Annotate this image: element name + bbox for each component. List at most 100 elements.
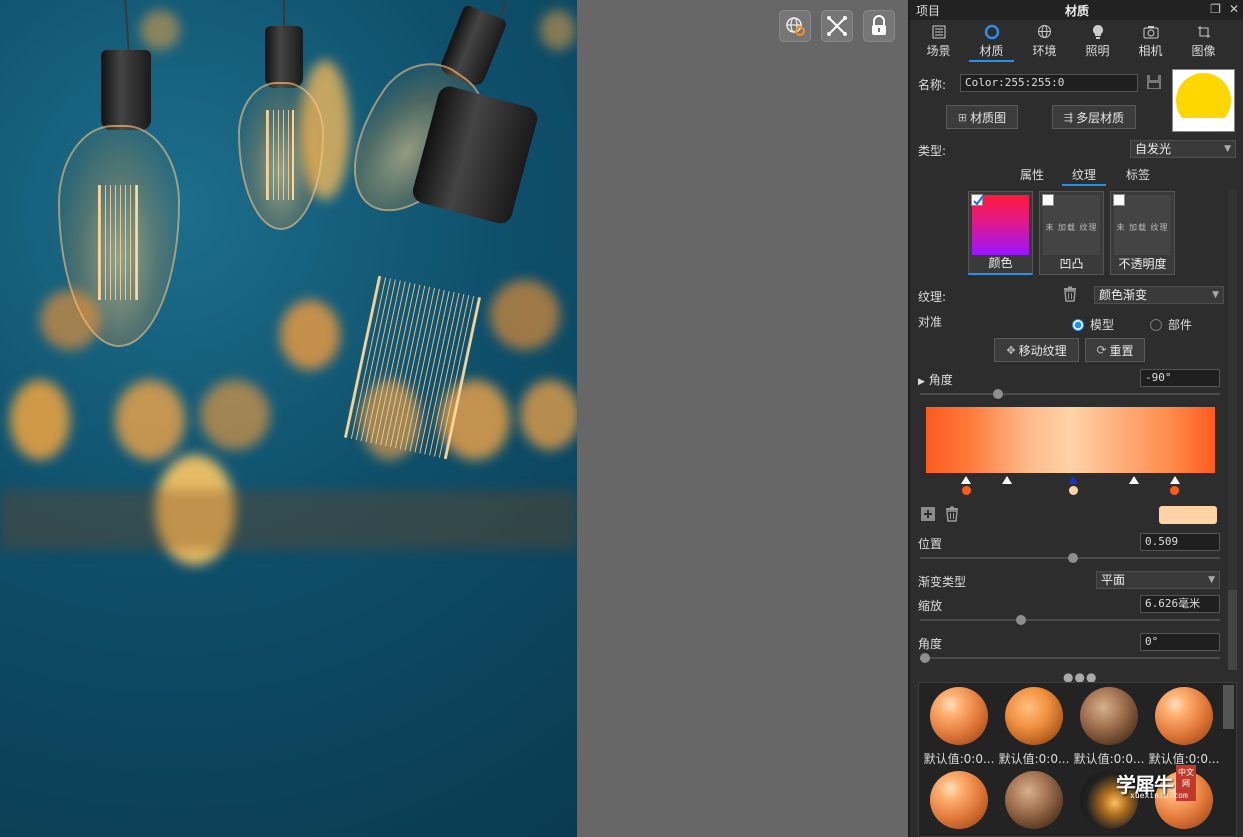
position-label: 位置: [918, 537, 943, 551]
viewport[interactable]: [577, 0, 908, 837]
bokeh-light: [490, 280, 560, 350]
lock-button[interactable]: [863, 10, 895, 42]
bokeh-light: [140, 10, 180, 50]
close-icon[interactable]: ✕: [1229, 2, 1239, 16]
library-material-item[interactable]: 默认值:0:0...: [923, 687, 995, 767]
name-label: 名称:: [918, 78, 947, 92]
align-model-radio[interactable]: 模型: [1072, 316, 1114, 333]
material-sphere-thumbnail: [1155, 687, 1213, 745]
multilayer-material-button[interactable]: ⇶ 多层材质: [1052, 105, 1136, 129]
material-sphere-thumbnail: [930, 771, 988, 829]
gradient-angle-slider[interactable]: [920, 653, 1220, 663]
subtab-labels[interactable]: 标签: [1126, 166, 1150, 183]
texture-label: 纹理:: [918, 290, 947, 304]
texture-enable-checkbox[interactable]: [971, 194, 984, 206]
texture-slot-bump[interactable]: 未 加载 纹理 凹凸: [1039, 191, 1104, 275]
scale-label: 缩放: [918, 599, 943, 613]
library-scrollbar-thumb[interactable]: [1223, 685, 1234, 729]
material-sphere-thumbnail: [930, 687, 988, 745]
gradient-midpoint[interactable]: [1001, 476, 1012, 484]
panel-scrollbar-thumb[interactable]: [1228, 590, 1237, 670]
node-path-icon: [827, 16, 847, 36]
render-view[interactable]: [0, 0, 577, 837]
library-material-item[interactable]: 默认值:0:0...: [1073, 687, 1145, 767]
bokeh-light: [0, 490, 577, 550]
align-part-radio[interactable]: 部件: [1150, 316, 1192, 333]
material-type-select[interactable]: 自发光 ▼: [1130, 140, 1236, 158]
tab-image[interactable]: 图像: [1177, 20, 1230, 62]
tab-camera[interactable]: 相机: [1124, 20, 1177, 62]
caret-right-icon: ▶: [918, 377, 925, 387]
bokeh-light: [200, 380, 270, 450]
gradient-preview-bar[interactable]: [926, 407, 1215, 473]
material-sphere-thumbnail: [1005, 687, 1063, 745]
gradient-stop[interactable]: [1169, 476, 1181, 496]
graph-icon: ⊞: [957, 110, 968, 124]
tab-lighting[interactable]: 照明: [1071, 20, 1124, 62]
scale-slider[interactable]: [920, 615, 1220, 625]
lighting-icon: [1092, 24, 1103, 39]
stop-color-swatch[interactable]: [1159, 506, 1217, 524]
material-library: 默认值:0:0... 默认值:0:0... 默认值:0:0... 默认值:0:0...: [918, 682, 1237, 837]
texture-enable-checkbox[interactable]: [1113, 194, 1125, 206]
subtab-properties[interactable]: 属性: [1020, 166, 1044, 183]
globe-sync-button[interactable]: [779, 10, 811, 42]
reset-button[interactable]: ⟳ 重置: [1085, 338, 1145, 362]
scene-icon: [932, 25, 945, 38]
watermark-url: xuexiniu.com: [1130, 791, 1188, 800]
save-material-icon[interactable]: [1146, 74, 1162, 93]
texture-slot-label: 颜色: [988, 256, 1013, 270]
texture-angle-field[interactable]: -90°: [1140, 369, 1220, 387]
slider-knob[interactable]: [1015, 615, 1026, 625]
gradient-type-label: 渐变类型: [918, 575, 967, 589]
bulb-filament: [98, 185, 138, 300]
project-label[interactable]: 项目: [916, 2, 940, 19]
texture-enable-checkbox[interactable]: [1042, 194, 1054, 206]
material-graph-button[interactable]: ⊞ 材质图: [946, 105, 1018, 129]
radio-unselected-icon: [1150, 319, 1162, 331]
position-field[interactable]: 0.509: [1140, 533, 1220, 551]
slider-knob[interactable]: [920, 653, 930, 663]
move-texture-button[interactable]: ✥ 移动纹理: [994, 338, 1079, 362]
slider-knob[interactable]: [992, 389, 1003, 399]
scale-field[interactable]: 6.626毫米: [1140, 595, 1220, 613]
tab-label: 相机: [1138, 44, 1163, 58]
tab-label: 材质: [979, 44, 1004, 58]
environment-icon: [1038, 25, 1051, 38]
texture-slot-opacity[interactable]: 未 加载 纹理 不透明度: [1110, 191, 1175, 275]
position-slider[interactable]: [920, 553, 1220, 563]
slider-knob[interactable]: [1067, 553, 1078, 563]
texture-angle-slider[interactable]: [920, 389, 1220, 399]
material-preview[interactable]: [1172, 69, 1235, 132]
tab-label: 环境: [1032, 44, 1057, 58]
bulb-filament: [266, 110, 294, 200]
material-name-field[interactable]: Color:255:255:0: [960, 74, 1138, 92]
angle-section-toggle[interactable]: ▶ 角度: [918, 371, 953, 388]
gradient-midpoint[interactable]: [1129, 476, 1140, 484]
library-material-item[interactable]: [998, 771, 1070, 829]
texture-type-select[interactable]: 颜色渐变 ▼: [1094, 286, 1224, 304]
gradient-angle-field[interactable]: 0°: [1140, 633, 1220, 651]
move-icon: ✥: [1006, 343, 1016, 357]
gradient-stop[interactable]: [1067, 476, 1079, 496]
tab-material[interactable]: 材质: [965, 20, 1018, 62]
chevron-down-icon: ▼: [1208, 575, 1215, 585]
tab-environment[interactable]: 环境: [1018, 20, 1071, 62]
radio-selected-icon: [1072, 319, 1084, 331]
gradient-stop[interactable]: [960, 476, 972, 496]
subtab-texture[interactable]: 纹理: [1061, 166, 1107, 186]
library-material-item[interactable]: 默认值:0:0...: [1148, 687, 1220, 767]
library-material-item[interactable]: [923, 771, 995, 829]
tab-label: 照明: [1085, 44, 1110, 58]
delete-stop-icon[interactable]: [944, 506, 960, 525]
delete-texture-icon[interactable]: [1062, 286, 1078, 305]
restore-window-icon[interactable]: ❐: [1210, 2, 1221, 16]
texture-slot-color[interactable]: 颜色: [968, 191, 1033, 275]
tab-scene[interactable]: 场景: [912, 20, 965, 62]
gradient-type-select[interactable]: 平面 ▼: [1096, 571, 1220, 589]
add-stop-icon[interactable]: [920, 506, 936, 525]
region-render-button[interactable]: [821, 10, 853, 42]
lamp-cord: [124, 0, 130, 53]
library-material-item[interactable]: 默认值:0:0...: [998, 687, 1070, 767]
texture-slot-label: 不透明度: [1118, 257, 1167, 271]
